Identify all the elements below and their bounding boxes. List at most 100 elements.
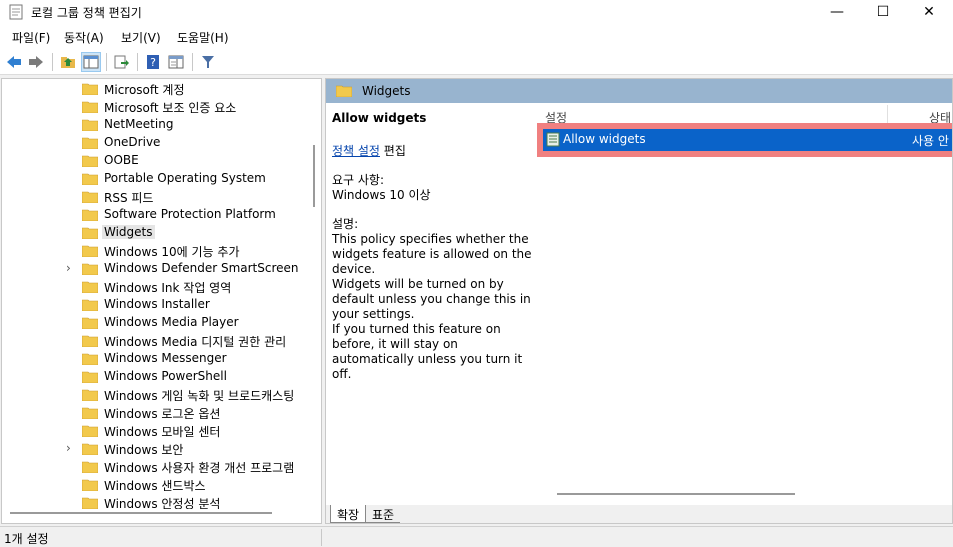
show-hide-tree-button[interactable] <box>81 52 101 72</box>
folder-icon <box>82 209 98 221</box>
tab-standard[interactable]: 표준 <box>366 505 401 523</box>
tree-item-label: Windows 보안 <box>104 443 184 457</box>
tree-item[interactable]: OOBE <box>2 152 312 170</box>
tree-item[interactable]: Windows 샌드박스 <box>2 476 312 494</box>
help-icon: ? <box>147 55 159 69</box>
tree-item-label: Windows 모바일 센터 <box>104 425 221 439</box>
tree-item-label: Windows 게임 녹화 및 브로드캐스팅 <box>104 389 295 403</box>
tree-item[interactable]: Widgets <box>2 224 312 242</box>
folder-icon <box>82 371 98 383</box>
title-bar: 로컬 그룹 정책 편집기 — ☐ ✕ <box>0 0 953 24</box>
minimize-button[interactable]: — <box>814 0 860 24</box>
tree-item[interactable]: Windows 게임 녹화 및 브로드캐스팅 <box>2 386 312 404</box>
tree-item-label: Portable Operating System <box>104 171 266 185</box>
folder-icon <box>82 119 98 131</box>
expand-chevron-icon[interactable]: › <box>66 441 71 455</box>
tree-item-label: Windows Media Player <box>104 315 239 329</box>
description-label: 설명: <box>332 217 359 231</box>
tree-item[interactable]: OneDrive <box>2 134 312 152</box>
folder-icon <box>82 479 98 491</box>
menu-file[interactable]: 파일(F) <box>12 29 50 46</box>
tree-item[interactable]: Microsoft 계정 <box>2 80 312 98</box>
folder-icon <box>82 335 98 347</box>
edit-policy-suffix: 편집 <box>379 144 406 158</box>
folder-icon <box>82 443 98 455</box>
tree-item[interactable]: › Windows 보안 <box>2 440 312 458</box>
tree-item[interactable]: Windows 로그온 옵션 <box>2 404 312 422</box>
filter-button[interactable] <box>198 52 218 72</box>
show-hide-tree-icon <box>83 55 99 69</box>
status-divider <box>321 529 322 546</box>
tree-item-label: Microsoft 보조 인증 요소 <box>104 101 237 115</box>
tree-item-label: Windows PowerShell <box>104 369 227 383</box>
tree-item[interactable]: Windows 모바일 센터 <box>2 422 312 440</box>
tree-item-label: Windows Installer <box>104 297 210 311</box>
tree-item-label: Windows 로그온 옵션 <box>104 407 221 421</box>
policy-setting-icon <box>546 132 560 147</box>
tree-item-label: Windows 사용자 환경 개선 프로그램 <box>104 461 295 475</box>
menu-view[interactable]: 보기(V) <box>121 29 161 46</box>
tree-item[interactable]: Microsoft 보조 인증 요소 <box>2 98 312 116</box>
tree-item-label: Windows Messenger <box>104 351 227 365</box>
tree-item[interactable]: Windows 10에 기능 추가 <box>2 242 312 260</box>
tree-item[interactable]: Windows 사용자 환경 개선 프로그램 <box>2 458 312 476</box>
tree-item[interactable]: Windows Installer <box>2 296 312 314</box>
folder-icon <box>82 101 98 113</box>
folder-icon <box>82 191 98 203</box>
tree-item[interactable]: RSS 피드 <box>2 188 312 206</box>
tree-item-label: Widgets <box>102 225 155 239</box>
forward-button[interactable] <box>26 52 46 72</box>
edit-policy-link[interactable]: 정책 설정 <box>332 144 380 158</box>
folder-icon <box>82 227 98 239</box>
details-header: Widgets <box>326 79 952 103</box>
status-bar: 1개 설정 <box>0 526 953 547</box>
requirements-block: 요구 사항: Windows 10 이상 <box>332 173 537 203</box>
tree-item[interactable]: Windows Media 디지털 권한 관리 <box>2 332 312 350</box>
setting-name: Allow widgets <box>563 132 646 146</box>
menu-action[interactable]: 동작(A) <box>64 29 104 46</box>
back-button[interactable] <box>4 52 24 72</box>
export-list-icon <box>114 55 129 69</box>
tree-item[interactable]: Windows Media Player <box>2 314 312 332</box>
folder-icon <box>82 173 98 185</box>
help-button[interactable]: ? <box>143 52 163 72</box>
export-list-button[interactable] <box>111 52 131 72</box>
maximize-button[interactable]: ☐ <box>860 0 906 24</box>
properties-view-button[interactable] <box>166 52 186 72</box>
back-icon <box>7 56 21 68</box>
column-divider[interactable] <box>887 105 888 125</box>
policy-editor-icon <box>9 4 23 20</box>
list-horizontal-scrollbar[interactable] <box>557 493 795 495</box>
tab-extended[interactable]: 확장 <box>330 505 367 523</box>
tree-item[interactable]: Windows Messenger <box>2 350 312 368</box>
folder-icon <box>82 281 98 293</box>
up-folder-button[interactable] <box>58 52 78 72</box>
folder-icon <box>82 83 98 95</box>
folder-icon <box>82 353 98 365</box>
tree-item-label: Windows Media 디지털 권한 관리 <box>104 335 287 349</box>
tree-item-label: OneDrive <box>104 135 161 149</box>
tree-vthumb[interactable] <box>313 145 315 207</box>
folder-icon <box>82 137 98 149</box>
menu-help[interactable]: 도움말(H) <box>177 29 229 46</box>
tree-item-label: RSS 피드 <box>104 191 154 205</box>
tree-item[interactable]: Windows Ink 작업 영역 <box>2 278 312 296</box>
folder-icon <box>82 245 98 257</box>
window-title: 로컬 그룹 정책 편집기 <box>31 6 142 20</box>
setting-state: 사용 안 <box>912 134 949 148</box>
tree-item[interactable]: › Windows Defender SmartScreen <box>2 260 312 278</box>
expand-chevron-icon[interactable]: › <box>66 261 71 275</box>
folder-icon <box>336 85 352 97</box>
tree-item[interactable]: NetMeeting <box>2 116 312 134</box>
details-panel: Widgets Allow widgets 정책 설정 편집 요구 사항: Wi… <box>325 78 953 524</box>
tree-item-label: Windows Defender SmartScreen <box>104 261 299 275</box>
tree-hthumb[interactable] <box>10 512 272 514</box>
folder-icon <box>82 407 98 419</box>
folder-icon <box>82 263 98 275</box>
tree-item[interactable]: Windows PowerShell <box>2 368 312 386</box>
tree-item[interactable]: Software Protection Platform <box>2 206 312 224</box>
menu-bar: 파일(F) 동작(A) 보기(V) 도움말(H) <box>0 24 953 48</box>
close-button[interactable]: ✕ <box>906 0 952 24</box>
tree-item[interactable]: Portable Operating System <box>2 170 312 188</box>
tree-item-label: Software Protection Platform <box>104 207 276 221</box>
